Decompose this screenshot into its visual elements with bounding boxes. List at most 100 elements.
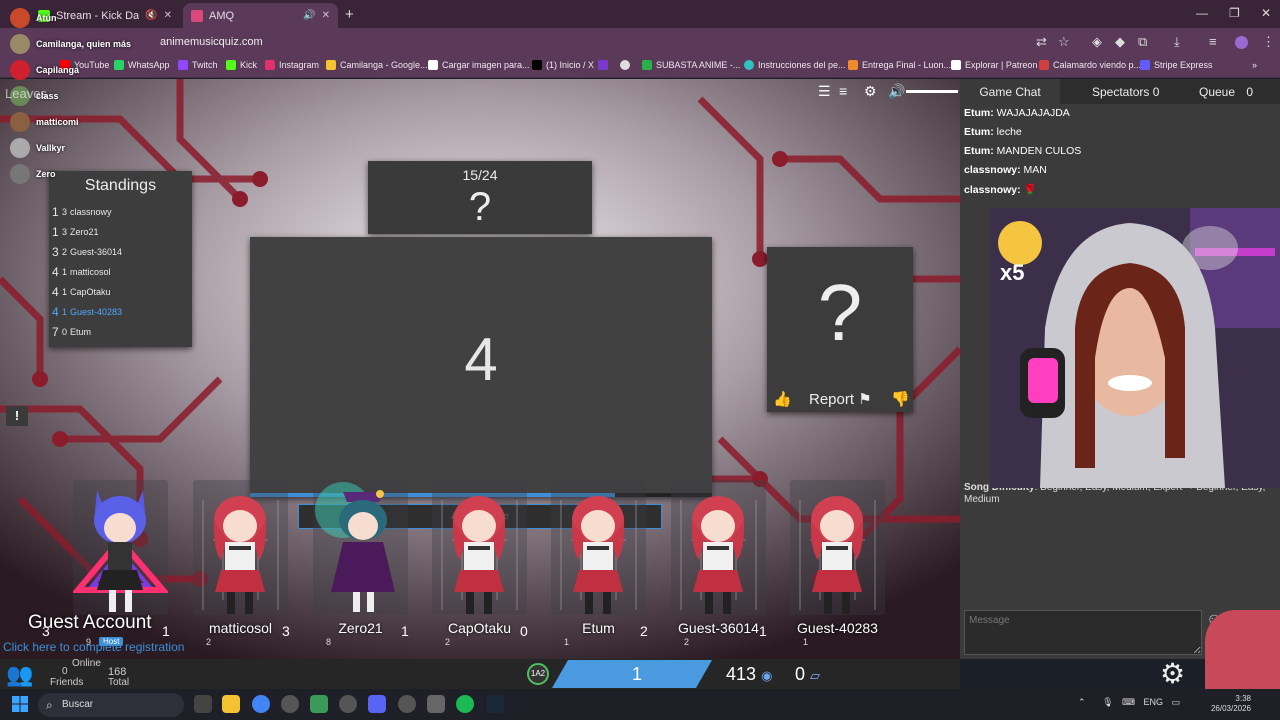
player-card[interactable]: 2 Guest-36014 2 [640, 480, 766, 647]
translate-icon[interactable]: ⇄ [1036, 34, 1047, 50]
report-label: Report [809, 391, 855, 408]
sound-icon[interactable]: 🔊 [303, 10, 315, 21]
media-control-icon[interactable]: ≡ [1209, 34, 1217, 49]
tab-spectators[interactable]: Spectators 0 [1092, 85, 1159, 99]
level-badge[interactable]: 1A2 [527, 663, 549, 685]
extension-icon[interactable]: ◆ [1115, 34, 1125, 50]
bookmark-twitch[interactable]: Twitch [178, 60, 218, 70]
notes-value: 413 [726, 664, 757, 684]
file-explorer-icon[interactable] [222, 695, 240, 713]
extensions-puzzle-icon[interactable]: ⧉ [1138, 34, 1147, 50]
bookmark-calamardo[interactable]: Calamardo viendo p... [1039, 60, 1141, 70]
more-bookmarks-icon[interactable]: » [1252, 60, 1257, 70]
keyboard-icon[interactable]: ⌨ [1122, 697, 1135, 707]
viewer-name: Vallkyr [36, 143, 66, 153]
bookmark-icon-only[interactable] [620, 60, 634, 70]
discord-icon[interactable] [368, 695, 386, 713]
settings-gear-icon[interactable]: ⚙ [1160, 657, 1185, 690]
alert-button[interactable]: ! [6, 406, 28, 426]
thumbs-up-icon[interactable]: 👍 [773, 390, 792, 408]
player-card[interactable]: 3 9 Host [42, 480, 168, 647]
bookmark-star-icon[interactable]: ☆ [1058, 34, 1070, 50]
tab-game-chat[interactable]: Game Chat [960, 79, 1060, 104]
bookmark-cargar-imagen[interactable]: Cargar imagen para... [428, 60, 530, 70]
language-indicator[interactable]: ENG [1144, 697, 1164, 707]
standings-position: 4 [52, 285, 59, 299]
report-button[interactable]: Report ⚑ [809, 390, 872, 408]
url-field[interactable]: animemusicquiz.com [160, 36, 263, 48]
app-icon[interactable] [310, 695, 328, 713]
volume-slider[interactable] [906, 90, 958, 93]
bookmark-patreon[interactable]: Explorar | Patreon [951, 60, 1037, 70]
bookmark-entrega-final[interactable]: Entrega Final - Luon... [848, 60, 951, 70]
overlay-viewer: Capilanga [10, 60, 79, 80]
player-card[interactable]: 3 Zero21 8 [282, 480, 408, 647]
volume-icon[interactable]: 🔊 [888, 83, 905, 100]
profile-avatar-icon[interactable] [1235, 36, 1248, 49]
chat-message-user[interactable]: classnowy: [964, 184, 1021, 196]
chat-message-user[interactable]: classnowy: [964, 164, 1021, 176]
player-card[interactable]: 1 Guest-40283 1 [759, 480, 885, 647]
app-icon[interactable] [281, 695, 299, 713]
video-panel: 4 [250, 237, 712, 497]
maximize-icon[interactable]: ❐ [1229, 6, 1240, 20]
network-icon[interactable]: ▭ [1172, 697, 1181, 707]
spotify-icon[interactable] [456, 695, 474, 713]
player-card[interactable]: 0 Etum 1 [520, 480, 646, 647]
task-view-icon[interactable] [194, 695, 212, 713]
bookmark-kick[interactable]: Kick [226, 60, 257, 70]
close-window-icon[interactable]: ✕ [1261, 6, 1271, 20]
steam-icon[interactable] [486, 695, 504, 713]
list-view-icon[interactable]: ☰ [818, 83, 831, 100]
bookmarks-bar: YouTube WhatsApp Twitch Kick Instagram C… [0, 56, 1280, 78]
browser-menu-icon[interactable]: ⋮ [1262, 34, 1275, 50]
thumbs-down-icon[interactable]: 👎 [891, 390, 910, 408]
app-icon[interactable] [427, 695, 445, 713]
chat-message-user[interactable]: Etum: [964, 126, 994, 138]
windows-start-icon[interactable] [12, 696, 28, 712]
player-card[interactable]: 1 matticosol 2 [162, 480, 288, 647]
chat-message-user[interactable]: Etum: [964, 107, 994, 119]
bookmark-camilanga[interactable]: Camilanga - Google... [326, 60, 428, 70]
bookmark-subasta[interactable]: SUBASTA ANIME -... [642, 60, 740, 70]
chat-message-text: MANDEN CULOS [996, 145, 1082, 157]
standings-points: 0 [62, 327, 68, 337]
chat-message-user[interactable]: Etum: [964, 145, 994, 157]
viewer-avatar [10, 34, 30, 54]
app-icon[interactable] [339, 695, 357, 713]
tray-expand-icon[interactable]: ⌃ [1078, 697, 1086, 707]
player-avatar-image [202, 496, 279, 614]
mute-icon[interactable]: 🔇 [145, 10, 157, 21]
notes-currency[interactable]: 413 ◉ [726, 664, 772, 685]
bookmark-instagram[interactable]: Instagram [265, 60, 319, 70]
chrome-icon[interactable] [252, 695, 270, 713]
tab-amq[interactable]: AMQ 🔊 ✕ [183, 3, 338, 28]
player-card[interactable]: 1 CapOtaku 2 [401, 480, 527, 647]
bookmark-icon-only[interactable] [598, 60, 612, 70]
minimize-icon[interactable]: — [1196, 6, 1208, 20]
chat-message-input[interactable] [964, 610, 1202, 655]
tab-queue[interactable]: Queue 0 [1199, 85, 1253, 99]
new-tab-button[interactable]: + [345, 6, 354, 23]
standings-row: 4 1 CapOtaku [52, 285, 111, 299]
player-score: 0 [520, 623, 528, 639]
bookmark-instrucciones[interactable]: Instrucciones del pe... [744, 60, 846, 70]
bookmark-x[interactable]: (1) Inicio / X [532, 60, 594, 70]
standings-position: 4 [52, 265, 59, 279]
standings-player-name: classnowy [70, 207, 112, 217]
close-tab-icon[interactable]: ✕ [322, 10, 330, 21]
app-icon[interactable] [398, 695, 416, 713]
player-level: 2 [445, 637, 451, 647]
settings-gear-icon[interactable]: ⚙ [864, 83, 877, 100]
extension-icon[interactable]: ◈ [1092, 34, 1102, 50]
tickets-currency[interactable]: 0 ▱ [795, 664, 820, 685]
compact-view-icon[interactable]: ≡ [839, 83, 847, 99]
chat-message: Etum: WAJAJAJAJDA [964, 107, 1070, 119]
registration-link[interactable]: Click here to complete registration [3, 640, 184, 654]
bookmark-stripe[interactable]: Stripe Express [1140, 60, 1213, 70]
close-tab-icon[interactable]: ✕ [164, 10, 172, 21]
microphone-icon[interactable]: 🎙 [1102, 697, 1113, 707]
download-icon[interactable]: ⤓ [1174, 34, 1180, 50]
clock[interactable]: 3:38 26/03/2026 [1207, 694, 1251, 714]
taskbar-search[interactable]: ⌕ Buscar [38, 693, 184, 717]
